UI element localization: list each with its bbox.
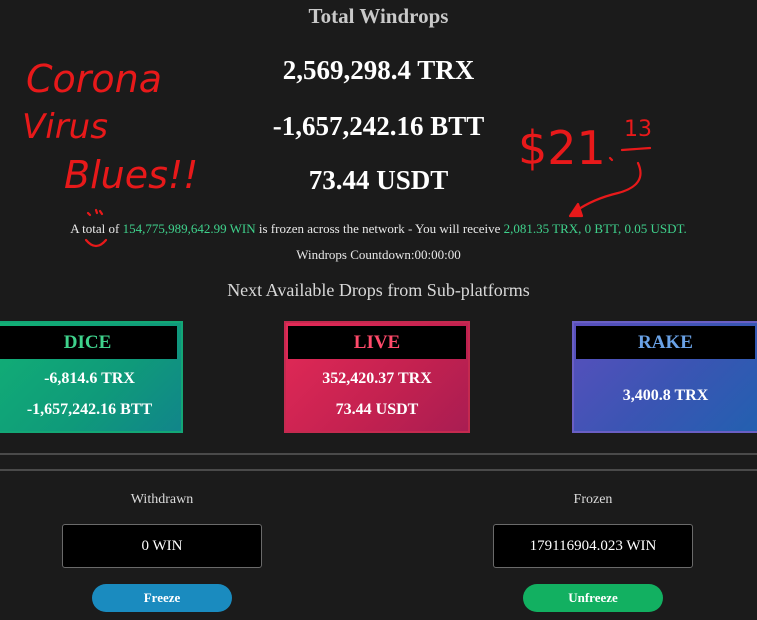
- windrops-countdown: Windrops Countdown:00:00:00: [296, 247, 461, 262]
- note-decimal-dot: [608, 156, 614, 162]
- freeze-button[interactable]: Freeze: [92, 584, 232, 612]
- dice-card-title: DICE: [0, 326, 177, 359]
- total-usdt: 73.44 USDT: [308, 165, 449, 195]
- rake-card: RAKE 3,400.8 TRX: [572, 321, 757, 433]
- smiley-eyes-icon: [86, 208, 104, 217]
- live-card-title: LIVE: [288, 326, 466, 359]
- live-trx-value: 352,420.37 TRX: [322, 370, 432, 387]
- rake-card-title: RAKE: [576, 326, 755, 359]
- info-win-amount: 154,775,989,642.99 WIN: [122, 221, 256, 236]
- page-title: Total Windrops: [308, 4, 449, 28]
- windrops-page: Total Windrops 2,569,298.4 TRX -1,657,24…: [0, 0, 757, 620]
- live-card: LIVE 352,420.37 TRX 73.44 USDT: [284, 321, 470, 433]
- divider-top: [0, 453, 757, 455]
- arrow-head-icon: [568, 202, 584, 218]
- unfreeze-button[interactable]: Unfreeze: [523, 584, 663, 612]
- dice-trx-value: -6,814.6 TRX: [44, 370, 135, 387]
- info-middle: is frozen across the network - You will …: [255, 221, 504, 236]
- note-underline: [620, 146, 652, 152]
- subplatforms-heading: Next Available Drops from Sub-platforms: [227, 280, 530, 300]
- divider-bottom: [0, 469, 757, 471]
- withdrawn-label: Withdrawn: [130, 492, 194, 507]
- info-prefix: A total of: [70, 221, 123, 236]
- frozen-value-field: 179116904.023 WIN: [493, 524, 693, 568]
- live-usdt-value: 73.44 USDT: [335, 401, 419, 418]
- withdrawn-value-field: 0 WIN: [62, 524, 262, 568]
- dice-btt-value: -1,657,242.16 BTT: [26, 401, 153, 418]
- frozen-label: Frozen: [573, 492, 613, 507]
- rake-trx-value: 3,400.8 TRX: [622, 387, 709, 404]
- dice-card: DICE -6,814.6 TRX -1,657,242.16 BTT: [0, 321, 183, 433]
- total-btt: -1,657,242.16 BTT: [272, 111, 485, 141]
- smiley-mouth-icon: [84, 238, 108, 248]
- network-frozen-info: A total of 154,775,989,642.99 WIN is fro…: [0, 221, 757, 237]
- info-receive-amount: 2,081.35 TRX, 0 BTT, 0.05 USDT.: [503, 221, 687, 236]
- total-trx: 2,569,298.4 TRX: [282, 55, 475, 85]
